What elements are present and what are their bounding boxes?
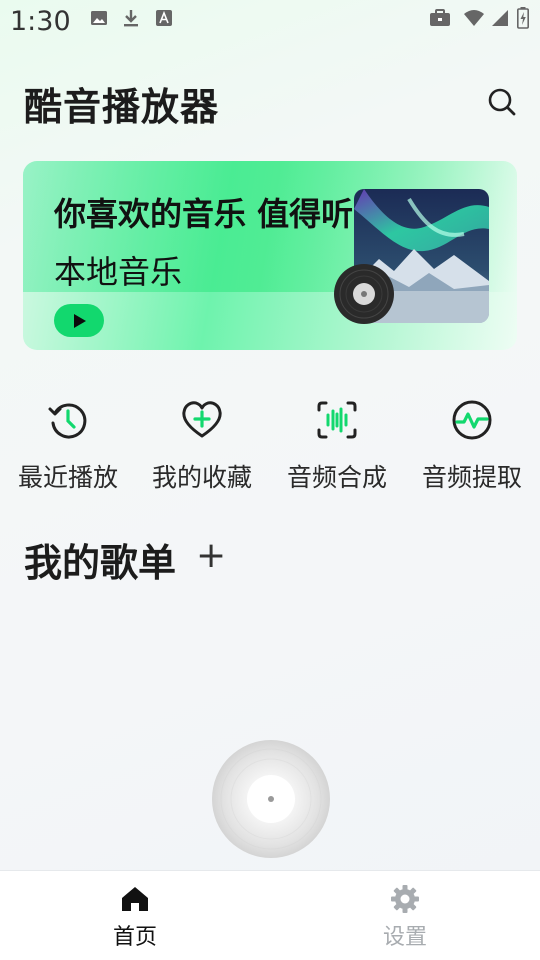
- history-icon: [46, 398, 90, 442]
- search-button[interactable]: [482, 82, 522, 122]
- audio-merge-button[interactable]: 音频合成: [277, 398, 397, 494]
- banner-play-button[interactable]: [54, 304, 104, 337]
- local-music-banner[interactable]: 你喜欢的音乐 值得听 本地音乐: [23, 161, 517, 350]
- image-icon: [89, 8, 109, 28]
- briefcase-icon: [428, 8, 452, 28]
- tab-settings-label: 设置: [382, 925, 427, 950]
- pulse-icon: [450, 398, 494, 442]
- favorites-button[interactable]: 我的收藏: [142, 398, 262, 494]
- search-icon: [488, 88, 516, 116]
- play-icon: [74, 313, 86, 328]
- quick-action-label: 音频合成: [286, 463, 387, 492]
- battery-charging-icon: [516, 7, 530, 29]
- vinyl-record-icon: [333, 263, 395, 325]
- playlists-title: 我的歌单: [24, 541, 177, 585]
- status-time: 1:30: [10, 6, 71, 37]
- gear-icon: [389, 883, 421, 915]
- recent-play-button[interactable]: 最近播放: [8, 398, 128, 494]
- add-playlist-button[interactable]: +: [196, 536, 226, 576]
- tab-settings[interactable]: 设置: [355, 871, 455, 951]
- mini-player-disc[interactable]: [210, 738, 332, 860]
- waveform-icon: [315, 398, 359, 442]
- font-a-icon: [154, 8, 174, 28]
- banner-subtitle: 本地音乐: [54, 253, 183, 291]
- wifi-icon: [462, 8, 486, 28]
- bottom-nav: 首页 设置: [0, 870, 540, 960]
- home-icon: [119, 883, 151, 915]
- banner-title: 你喜欢的音乐 值得听: [54, 195, 354, 233]
- quick-action-label: 我的收藏: [151, 463, 252, 492]
- download-icon: [121, 8, 141, 28]
- quick-action-label: 最近播放: [17, 463, 118, 492]
- signal-icon: [490, 8, 510, 28]
- audio-extract-button[interactable]: 音频提取: [412, 398, 532, 494]
- app-title: 酷音播放器: [24, 85, 220, 129]
- tab-home-label: 首页: [112, 925, 157, 950]
- tab-home[interactable]: 首页: [85, 871, 185, 951]
- quick-action-label: 音频提取: [421, 463, 522, 492]
- heart-plus-icon: [180, 398, 224, 442]
